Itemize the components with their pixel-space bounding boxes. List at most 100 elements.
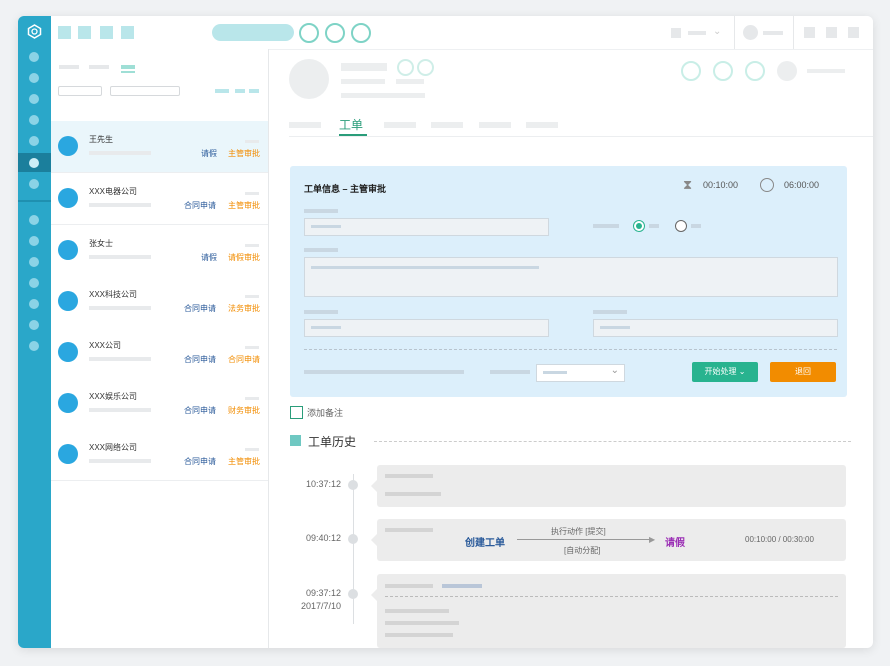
tab-ticket[interactable]: 工单 xyxy=(339,116,363,133)
list-tab-2[interactable] xyxy=(89,65,109,69)
ring-icon-1[interactable] xyxy=(299,23,319,43)
list-item-placeholder xyxy=(89,357,151,361)
list-item[interactable]: 王先生 请假 主管审批 xyxy=(51,121,268,173)
history-arrow-line xyxy=(517,539,652,540)
search-pill[interactable] xyxy=(212,24,294,41)
nav-dot-13[interactable] xyxy=(29,320,39,330)
avatar xyxy=(58,342,78,362)
panel-divider xyxy=(304,349,837,350)
history-card-3 xyxy=(371,574,846,648)
nav-dot-8[interactable] xyxy=(29,215,39,225)
toolbar-square-1[interactable] xyxy=(58,26,71,39)
timeline-line xyxy=(353,474,354,624)
list-action-1[interactable] xyxy=(215,89,229,93)
radio-selected[interactable] xyxy=(633,220,645,232)
ring-icon-3[interactable] xyxy=(351,23,371,43)
history-assign: [自动分配] xyxy=(564,546,601,555)
toolbar-square-2[interactable] xyxy=(78,26,91,39)
panel-time-1: 00:10:00 xyxy=(703,180,739,190)
assign-select[interactable]: ⌄ xyxy=(536,364,625,382)
toolbar-gray-square[interactable] xyxy=(671,28,681,38)
header-action-ring-3[interactable] xyxy=(745,61,765,81)
start-process-button[interactable]: 开始处理 ⌄ xyxy=(692,362,758,382)
field-input-4[interactable] xyxy=(593,319,838,337)
toolbar-icon-2[interactable] xyxy=(826,27,837,38)
header-avatar[interactable] xyxy=(777,61,797,81)
list-item[interactable]: 张女士 请假 请假审批 xyxy=(51,225,268,277)
history-to-state: 请假 xyxy=(665,538,685,549)
list-item-meta xyxy=(245,346,259,349)
list-action-2[interactable] xyxy=(235,89,245,93)
card-placeholder xyxy=(385,584,433,588)
header-ring-icon-2[interactable] xyxy=(417,59,434,76)
list-filter-2[interactable] xyxy=(110,86,180,96)
tab-3[interactable] xyxy=(384,122,416,128)
tab-1[interactable] xyxy=(289,122,321,128)
nav-dot-5[interactable] xyxy=(29,136,39,146)
header-action-ring-2[interactable] xyxy=(713,61,733,81)
nav-dot-12[interactable] xyxy=(29,299,39,309)
toolbar-square-4[interactable] xyxy=(121,26,134,39)
list-item-type: 合同申请 xyxy=(184,201,216,210)
header-ring-icon-1[interactable] xyxy=(397,59,414,76)
card-divider xyxy=(385,596,838,597)
ticket-list: 王先生 请假 主管审批 XXX电器公司 合同申请 主管审批 张女士 请假 请假审… xyxy=(51,49,269,648)
tab-4[interactable] xyxy=(431,122,463,128)
textarea-field[interactable] xyxy=(304,257,838,297)
list-item[interactable]: XXX电器公司 合同申请 主管审批 xyxy=(51,173,268,225)
field-placeholder xyxy=(600,326,630,329)
radio-option-2-label xyxy=(691,224,701,228)
nav-dot-1[interactable] xyxy=(29,52,39,62)
list-item-name: XXX电器公司 xyxy=(89,187,138,196)
nav-dot-9[interactable] xyxy=(29,236,39,246)
header-action-ring-1[interactable] xyxy=(681,61,701,81)
history-date-3: 2017/7/10 xyxy=(300,601,341,611)
field-label-1 xyxy=(304,209,338,213)
nav-dot-10[interactable] xyxy=(29,257,39,267)
radio-unselected[interactable] xyxy=(675,220,687,232)
customer-info-2 xyxy=(396,79,424,84)
card-placeholder xyxy=(385,492,441,496)
history-from-state: 创建工单 xyxy=(465,538,505,549)
nav-dot-2[interactable] xyxy=(29,73,39,83)
list-item-placeholder xyxy=(89,459,151,463)
list-item-type: 请假 xyxy=(201,253,217,262)
list-item[interactable]: XXX公司 合同申请 合同申请 xyxy=(51,327,268,379)
add-note-link[interactable]: 添加备注 xyxy=(307,406,343,419)
nav-dot-11[interactable] xyxy=(29,278,39,288)
nav-dot-7[interactable] xyxy=(29,179,39,189)
card-placeholder xyxy=(385,474,433,478)
nav-dot-4[interactable] xyxy=(29,115,39,125)
nav-dot-14[interactable] xyxy=(29,341,39,351)
nav-rail xyxy=(18,16,51,648)
return-button[interactable]: 退回 xyxy=(770,362,836,382)
tab-5[interactable] xyxy=(479,122,511,128)
list-item[interactable]: XXX娱乐公司 合同申请 财务审批 xyxy=(51,378,268,430)
customer-name-placeholder xyxy=(341,63,387,71)
toolbar-square-3[interactable] xyxy=(100,26,113,39)
toolbar-icon-3[interactable] xyxy=(848,27,859,38)
list-item-type: 合同申请 xyxy=(184,406,216,415)
list-tab-3-underline xyxy=(121,71,135,73)
field-input-1[interactable] xyxy=(304,218,549,236)
list-item[interactable]: XXX网络公司 合同申请 主管审批 xyxy=(51,429,268,481)
card-placeholder xyxy=(385,633,453,637)
list-action-3[interactable] xyxy=(249,89,259,93)
card-tag xyxy=(442,584,482,588)
list-filter-1[interactable] xyxy=(58,86,102,96)
nav-dot-3[interactable] xyxy=(29,94,39,104)
ring-icon-2[interactable] xyxy=(325,23,345,43)
edit-icon[interactable] xyxy=(290,406,303,419)
user-avatar[interactable] xyxy=(743,25,758,40)
list-tab-3[interactable] xyxy=(121,65,135,69)
nav-dot-active[interactable] xyxy=(29,158,39,168)
list-item-status: 请假审批 xyxy=(228,253,260,262)
field-input-3[interactable] xyxy=(304,319,549,337)
tab-6[interactable] xyxy=(526,122,558,128)
list-tab-1[interactable] xyxy=(59,65,79,69)
list-item-meta xyxy=(245,140,259,143)
chevron-down-icon[interactable]: ⌄ xyxy=(713,26,721,37)
list-item[interactable]: XXX科技公司 合同申请 法务审批 xyxy=(51,276,268,328)
toolbar-icon-1[interactable] xyxy=(804,27,815,38)
detail-pane: 工单 工单信息 – 主管审批 ⧗ 00:10:00 06:00:00 ⌄ 开始处… xyxy=(269,49,873,648)
